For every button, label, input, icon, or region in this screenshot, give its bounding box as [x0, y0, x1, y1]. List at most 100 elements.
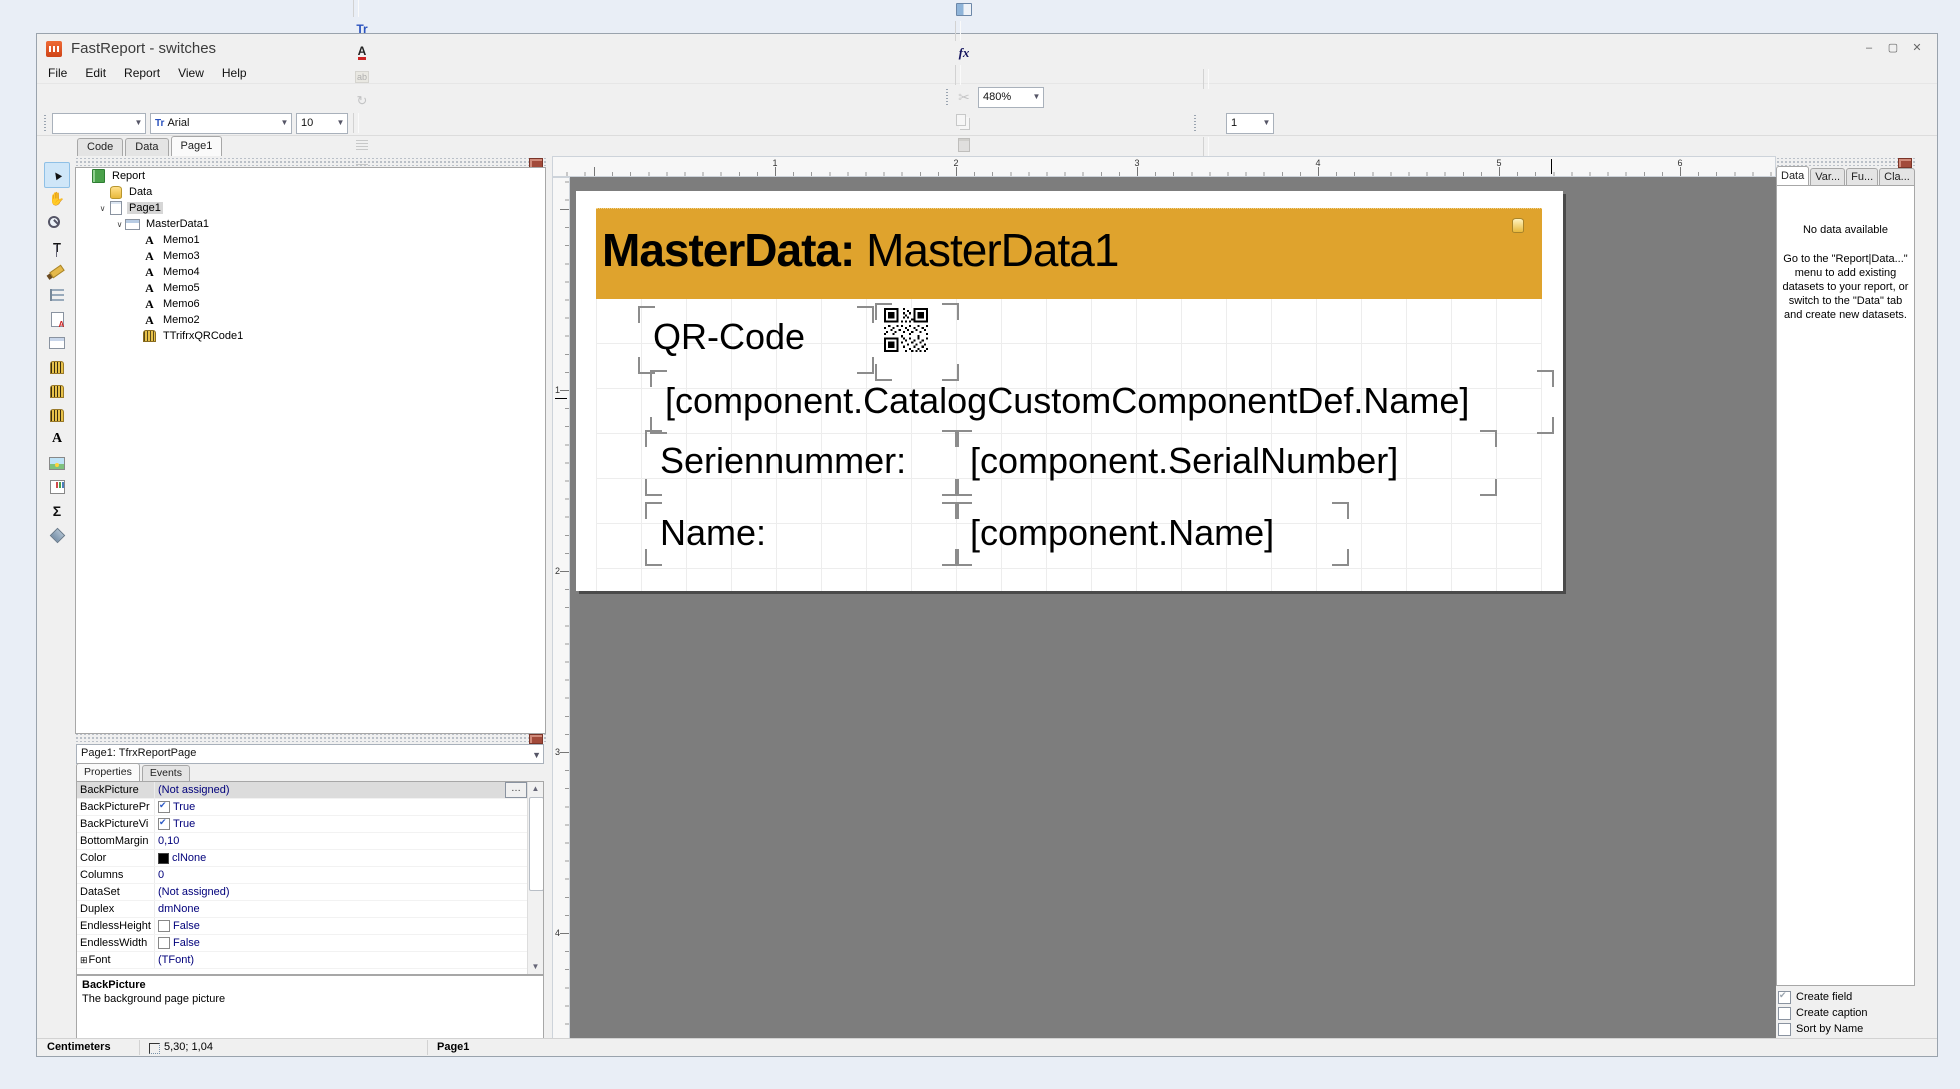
qrcode-object[interactable]	[882, 308, 952, 376]
property-row[interactable]: ⊞BackPictureVi True …	[77, 816, 543, 833]
design-tab[interactable]: Page1	[171, 136, 223, 156]
property-grid-scrollbar[interactable]: ▲ ▼	[527, 782, 543, 974]
property-row[interactable]: ⊞EndlessHeight False …	[77, 918, 543, 935]
tree-item[interactable]: Memo2	[76, 312, 545, 328]
object-tool-button[interactable]	[44, 234, 70, 260]
data-panel-tab[interactable]: Fu...	[1846, 168, 1878, 185]
chevron-down-icon[interactable]: ▼	[532, 747, 541, 764]
chevron-down-icon[interactable]: ▼	[1031, 90, 1042, 103]
toolbar-button[interactable]	[952, 41, 976, 65]
checkbox-icon[interactable]	[158, 818, 170, 830]
tree-item[interactable]: Memo1	[76, 232, 545, 248]
property-row[interactable]: ⊞Color clNone …	[77, 850, 543, 867]
properties-tab[interactable]: Properties	[76, 763, 140, 781]
toolbar-grip[interactable]	[944, 88, 949, 106]
toolbar-button[interactable]	[952, 133, 976, 157]
object-tool-button[interactable]	[44, 498, 70, 524]
panel-grip[interactable]	[75, 158, 546, 166]
object-tool-button[interactable]	[44, 282, 70, 308]
object-tool-button[interactable]	[44, 186, 70, 212]
object-tool-button[interactable]	[44, 330, 70, 356]
scroll-down-icon[interactable]: ▼	[528, 960, 543, 974]
checkbox-icon[interactable]	[1778, 1007, 1791, 1020]
panel-grip[interactable]	[1776, 158, 1915, 166]
expander-icon[interactable]	[114, 220, 125, 229]
line-width-combo[interactable]: 1 ▼	[1226, 113, 1274, 134]
zoom-combo[interactable]: 480% ▼	[978, 87, 1044, 108]
toolbar-button[interactable]	[952, 0, 976, 21]
expander-icon[interactable]	[97, 204, 108, 213]
properties-tab[interactable]: Events	[142, 765, 190, 781]
scrollbar-thumb[interactable]	[529, 797, 544, 891]
menu-item[interactable]: File	[39, 64, 76, 83]
toolbar-grip[interactable]	[1192, 114, 1197, 132]
chevron-down-icon[interactable]: ▼	[1261, 116, 1272, 129]
data-panel-tab[interactable]: Cla...	[1879, 168, 1915, 185]
checkbox-icon[interactable]	[1778, 1023, 1791, 1036]
memo-serial-label[interactable]: Seriennummer:	[652, 435, 952, 491]
menu-item[interactable]: Help	[213, 64, 256, 83]
toolbar-button[interactable]: A	[350, 41, 374, 65]
memo-component-name[interactable]: [component.CatalogCustomComponentDef.Nam…	[657, 375, 1547, 429]
toolbar-button[interactable]	[1200, 113, 1224, 137]
option-checkbox[interactable]: Create field	[1778, 989, 1915, 1005]
property-row[interactable]: ⊞Columns 0 …	[77, 867, 543, 884]
expand-icon[interactable]: ⊞	[80, 955, 88, 965]
maximize-button[interactable]: ▢	[1883, 39, 1903, 57]
object-tool-button[interactable]	[44, 210, 70, 236]
tree-item[interactable]: Data	[76, 184, 545, 200]
object-tool-button[interactable]	[44, 378, 70, 404]
toolbar-button[interactable]: Tr	[350, 17, 374, 41]
toolbar-button[interactable]	[350, 89, 374, 113]
property-row[interactable]: ⊞BackPicture (Not assigned) …	[77, 782, 543, 799]
property-row[interactable]: ⊞BottomMargin 0,10 …	[77, 833, 543, 850]
toolbar-button[interactable]	[350, 133, 374, 157]
close-panel-icon[interactable]	[529, 734, 543, 744]
font-family-combo[interactable]: Tr Arial ▼	[150, 113, 292, 134]
style-combo[interactable]: ▼	[52, 113, 146, 134]
option-checkbox[interactable]: Sort by Name	[1778, 1021, 1915, 1037]
tree-item[interactable]: Memo4	[76, 264, 545, 280]
object-tool-button[interactable]	[44, 450, 70, 476]
option-checkbox[interactable]: Create caption	[1778, 1005, 1915, 1021]
chevron-down-icon[interactable]: ▼	[133, 116, 144, 129]
font-size-combo[interactable]: 10 ▼	[296, 113, 348, 134]
object-tool-button[interactable]	[44, 258, 70, 284]
chevron-down-icon[interactable]: ▼	[335, 116, 346, 129]
checkbox-icon[interactable]	[158, 920, 170, 932]
menu-item[interactable]: Edit	[76, 64, 115, 83]
object-tool-button[interactable]	[44, 402, 70, 428]
object-selector-combo[interactable]: Page1: TfrxReportPage ▼	[76, 744, 544, 764]
object-tool-button[interactable]	[44, 306, 70, 332]
object-tool-button[interactable]	[44, 522, 70, 548]
chevron-down-icon[interactable]: ▼	[279, 116, 290, 129]
property-row[interactable]: ⊞Font (TFont) …	[77, 952, 543, 969]
tree-item[interactable]: TTrifrxQRCode1	[76, 328, 545, 344]
tree-item[interactable]: Page1	[76, 200, 545, 216]
toolbar-button[interactable]	[952, 85, 976, 109]
checkbox-icon[interactable]	[158, 801, 170, 813]
property-row[interactable]: ⊞BackPicturePr True …	[77, 799, 543, 816]
design-tab[interactable]: Code	[77, 138, 123, 156]
data-panel-tab[interactable]: Data	[1776, 166, 1809, 185]
tree-item[interactable]: Memo6	[76, 296, 545, 312]
tree-item[interactable]: Memo3	[76, 248, 545, 264]
tree-item[interactable]: Report	[76, 168, 545, 184]
memo-name-value[interactable]: [component.Name]	[962, 507, 1342, 561]
object-tool-button[interactable]	[44, 426, 70, 452]
toolbar-button[interactable]	[350, 65, 374, 89]
property-row[interactable]: ⊞Duplex dmNone …	[77, 901, 543, 918]
menu-item[interactable]: Report	[115, 64, 169, 83]
minimize-button[interactable]: –	[1859, 39, 1879, 57]
toolbar-button[interactable]	[1200, 89, 1224, 113]
toolbar-button[interactable]	[1200, 45, 1224, 69]
scroll-up-icon[interactable]: ▲	[528, 782, 543, 796]
object-tool-button[interactable]	[44, 474, 70, 500]
data-panel-tab[interactable]: Var...	[1810, 168, 1845, 185]
tree-item[interactable]: MasterData1	[76, 216, 545, 232]
toolbar-button[interactable]	[1200, 21, 1224, 45]
checkbox-icon[interactable]	[158, 937, 170, 949]
object-tool-button[interactable]	[44, 162, 70, 188]
design-tab[interactable]: Data	[125, 138, 168, 156]
toolbar-button[interactable]	[1200, 0, 1224, 21]
